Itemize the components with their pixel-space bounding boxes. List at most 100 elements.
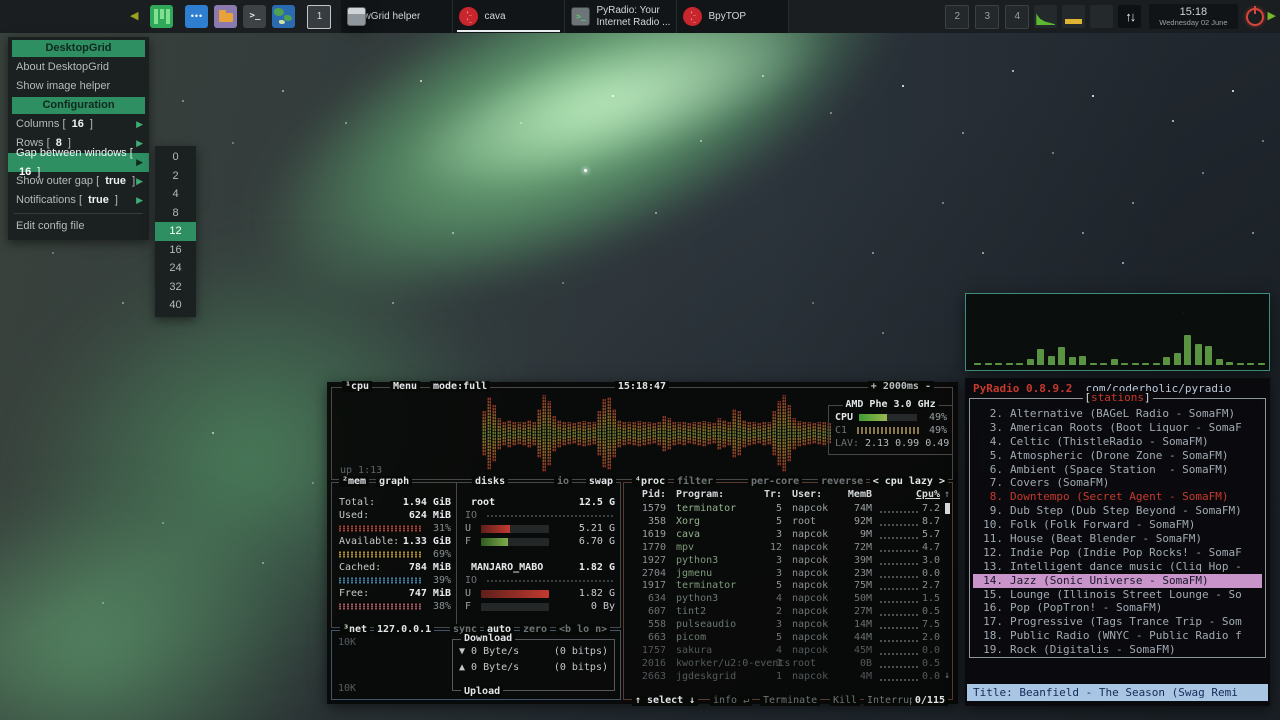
window-tab-cava[interactable]: cava [453,0,565,33]
station-row[interactable]: 16.Pop (PopTron! - SomaFM) [973,601,1262,615]
bpytop-window[interactable]: ¹cpuMenumode:full 15:18:47 + 2000ms - AM… [327,382,958,704]
bpytop-tab[interactable]: per-core [748,476,802,487]
station-number: 4. [976,435,1003,449]
clock[interactable]: 15:18 Wednesday 02 June [1149,4,1237,29]
submenu-item-16[interactable]: 16 [155,241,196,260]
proc-footer-action[interactable]: Kill [830,695,860,706]
process-row[interactable]: 2704jgmenu3napcok23M0.0 [624,568,952,581]
process-user: napcok [792,645,828,658]
process-row[interactable]: 2016kworker/u2:0-events1root0B0.5 [624,658,952,671]
submenu-item-2[interactable]: 2 [155,167,196,186]
process-row[interactable]: 634python34napcok50M1.5 [624,593,952,606]
station-row[interactable]: 8.Downtempo (Secret Agent - SomaFM) [973,490,1262,504]
bpytop-tab[interactable]: ¹cpu [342,381,372,392]
workspace-button-2[interactable]: 2 [945,5,969,29]
station-row[interactable]: 5.Atmospheric (Drone Zone - SomaFM) [973,449,1262,463]
process-row[interactable]: 1757sakura4napcok45M0.0 [624,645,952,658]
process-row[interactable]: 1770mpv12napcok72M4.7 [624,542,952,555]
submenu-item-40[interactable]: 40 [155,296,196,315]
station-row[interactable]: 4.Celtic (ThistleRadio - SomaFM) [973,435,1262,449]
station-row[interactable]: 11.House (Beat Blender - SomaFM) [973,532,1262,546]
manjaro-menu-icon[interactable] [150,5,173,28]
bpytop-tab[interactable]: <b lo n> [556,624,610,635]
bpytop-tab[interactable]: mode:full [430,381,490,392]
submenu-item-8[interactable]: 8 [155,204,196,223]
apps-launcher-icon[interactable] [185,5,208,28]
tray-blank-icon[interactable] [1090,5,1113,28]
window-tab-drawgrid[interactable]: DrawGrid helper [341,0,453,33]
bpytop-tab[interactable]: < cpu lazy > [870,476,948,487]
submenu-item-4[interactable]: 4 [155,185,196,204]
station-row[interactable]: 2.Alternative (BAGeL Radio - SomaFM) [973,407,1262,421]
bpytop-tab[interactable]: filter [674,476,716,487]
process-user: napcok [792,529,828,542]
bpytop-tab[interactable]: graph [376,476,412,487]
station-row[interactable]: 17.Progressive (Tags Trance Trip - Som [973,615,1262,629]
taskbar-collapse-right-icon[interactable]: ▶ [1264,0,1280,33]
menu-item[interactable]: Columns [ 16 ]▶ [8,115,149,134]
process-row[interactable]: 607tint22napcok27M0.5 [624,606,952,619]
station-row[interactable]: 6.Ambient (Space Station - SomaFM) [973,463,1262,477]
proc-footer-action[interactable]: Terminate [760,695,820,706]
workspace-button-4[interactable]: 4 [1005,5,1029,29]
tray-cpu-graph-icon[interactable] [1034,5,1057,28]
workspace-button-3[interactable]: 3 [975,5,999,29]
bpytop-tab[interactable]: reverse [818,476,866,487]
process-row[interactable]: 1917terminator5napcok75M2.7 [624,580,952,593]
station-row[interactable]: 7.Covers (SomaFM) [973,476,1262,490]
bpytop-tab[interactable]: 127.0.0.1 [374,624,434,635]
station-row[interactable]: 13.Intelligent dance music (Cliq Hop - [973,560,1262,574]
bpytop-tab[interactable]: ³net [340,624,370,635]
bpytop-tab[interactable]: ²mem [339,476,369,487]
bpytop-tab[interactable]: ⁴proc [632,476,668,487]
station-row[interactable]: 19.Rock (Digitalis - SomaFM) [973,643,1262,657]
process-row[interactable]: 1927python33napcok39M3.0 [624,555,952,568]
menu-item[interactable]: Show image helper [8,77,149,96]
bpytop-tab[interactable]: Menu [390,381,420,392]
menu-item[interactable]: Edit config file [8,217,149,236]
submenu-item-32[interactable]: 32 [155,278,196,297]
submenu-item-24[interactable]: 24 [155,259,196,278]
cava-window[interactable] [965,293,1270,371]
web-launcher-icon[interactable] [272,5,295,28]
submenu-item-12[interactable]: 12 [155,222,196,241]
station-row[interactable]: 3.American Roots (Boot Liquor - SomaF [973,421,1262,435]
pyradio-window[interactable]: PyRadio 0.8.9.2 com/coderholic/pyradio s… [965,378,1270,706]
tray-network-arrows-icon[interactable] [1118,5,1141,28]
workspace-button-1[interactable]: 1 [307,5,331,29]
bpytop-tab[interactable]: io [554,476,572,487]
power-button-icon[interactable] [1246,8,1264,26]
update-interval-control[interactable]: + 2000ms - [868,381,934,392]
submenu-item-0[interactable]: 0 [155,148,196,167]
terminal-launcher-icon[interactable] [243,5,266,28]
process-row[interactable]: 1579terminator5napcok74M7.2 [624,503,952,516]
process-row[interactable]: 663picom5napcok44M2.0 [624,632,952,645]
taskbar-collapse-left-icon[interactable]: ◀ [126,0,142,33]
station-row[interactable]: 15.Lounge (Illinois Street Lounge - So [973,588,1262,602]
window-tab-pyradio[interactable]: PyRadio: Your Internet Radio ... [565,0,677,33]
process-scrollbar[interactable] [945,503,950,514]
disk-meter-fill [481,538,508,546]
process-row[interactable]: 358Xorg5root92M8.7 [624,516,952,529]
process-row[interactable]: 1619cava3napcok9M5.7 [624,529,952,542]
station-row[interactable]: 12.Indie Pop (Indie Pop Rocks! - SomaF [973,546,1262,560]
menu-item[interactable]: Notifications [ true ]▶ [8,191,149,210]
bpytop-tab[interactable]: disks [472,476,508,487]
bpytop-tab[interactable]: swap [586,476,616,487]
station-row[interactable]: 18.Public Radio (WNYC - Public Radio f [973,629,1262,643]
tray-disk-meter-icon[interactable] [1062,5,1085,28]
files-launcher-icon[interactable] [214,5,237,28]
process-user: napcok [792,542,828,555]
proc-footer-action[interactable]: info ↵ [710,695,752,706]
station-row[interactable]: 9.Dub Step (Dub Step Beyond - SomaFM) [973,504,1262,518]
process-row[interactable]: 558pulseaudio3napcok14M7.5 [624,619,952,632]
bpytop-tab[interactable]: zero [520,624,550,635]
menu-item[interactable]: Gap between windows [ 16 ]▶ [8,153,149,172]
proc-footer-action[interactable]: ↑ select ↓ [632,695,698,706]
menu-item[interactable]: About DesktopGrid [8,58,149,77]
menu-item[interactable]: Show outer gap [ true ]▶ [8,172,149,191]
process-row[interactable]: 2663jgdeskgrid1napcok4M0.0 [624,671,952,684]
window-tab-bpytop[interactable]: BpyTOP [677,0,789,33]
station-row[interactable]: 10.Folk (Folk Forward - SomaFM) [973,518,1262,532]
station-row[interactable]: 14.Jazz (Sonic Universe - SomaFM) [973,574,1262,588]
